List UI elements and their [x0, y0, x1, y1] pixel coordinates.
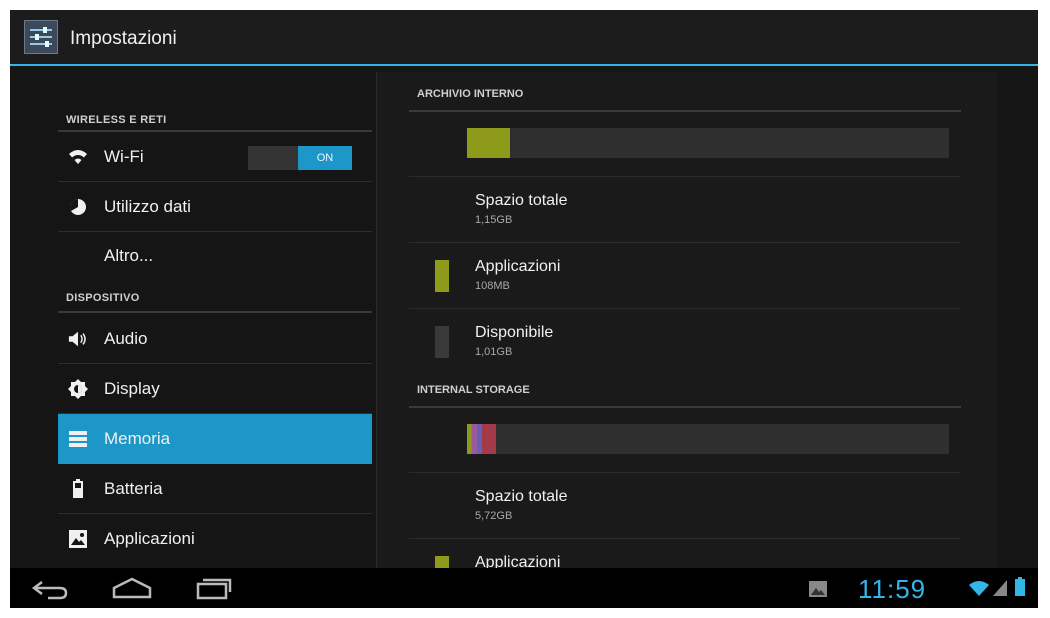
sidebar-item-label: Altro...: [104, 246, 154, 265]
sidebar-item-label: Wi-Fi: [104, 147, 144, 166]
available-label: Disponibile: [475, 324, 554, 341]
sidebar-item-apps[interactable]: Applicazioni: [58, 514, 372, 564]
sidebar-item-label: Batteria: [104, 479, 163, 498]
section-header-device: DISPOSITIVO: [66, 292, 140, 304]
row-divider: [409, 176, 961, 177]
row-divider: [409, 308, 961, 309]
section-header-wireless: WIRELESS E RETI: [66, 114, 167, 126]
total-space-value: 1,15GB: [475, 214, 513, 226]
status-clock[interactable]: 11:59: [858, 574, 926, 605]
settings-content: WIRELESS E RETI Wi-Fi ON Utilizzo dati A…: [10, 66, 1038, 588]
row-divider: [409, 472, 961, 473]
total-space-label: Spazio totale: [475, 488, 568, 505]
brightness-icon: [68, 379, 88, 399]
total-space-value: 5,72GB: [475, 510, 513, 522]
storage-usage-fill: [467, 424, 496, 454]
sidebar-item-memory[interactable]: Memoria: [58, 414, 372, 464]
sidebar-item-more[interactable]: Altro...: [58, 232, 372, 286]
wifi-status-icon: [968, 579, 990, 602]
sidebar-item-data-usage[interactable]: Utilizzo dati: [58, 182, 372, 232]
sidebar-item-wifi[interactable]: Wi-Fi ON: [58, 132, 372, 182]
row-divider: [409, 242, 961, 243]
storage-panel: ARCHIVIO INTERNO Spazio totale 1,15GB Ap…: [376, 72, 997, 588]
home-icon[interactable]: [110, 575, 154, 606]
toggle-state: ON: [298, 146, 352, 170]
storage-usage-fill: [467, 128, 511, 158]
signal-icon: [992, 579, 1008, 602]
recents-icon[interactable]: [194, 576, 234, 605]
sidebar-item-audio[interactable]: Audio: [58, 314, 372, 364]
apps-color-swatch: [435, 260, 449, 292]
page-title: Impostazioni: [70, 28, 177, 49]
sidebar-item-battery[interactable]: Batteria: [58, 464, 372, 514]
settings-sliders-icon[interactable]: [24, 20, 58, 54]
back-icon[interactable]: [30, 576, 70, 605]
system-nav-bar: 11:59: [10, 568, 1038, 608]
sidebar-item-label: Memoria: [104, 429, 171, 448]
total-space-label: Spazio totale: [475, 192, 568, 209]
gallery-notification-icon[interactable]: [808, 580, 828, 603]
row-divider: [409, 538, 961, 539]
data-usage-icon: [68, 197, 88, 217]
section-divider: [409, 110, 961, 112]
storage-header-internal: ARCHIVIO INTERNO: [417, 88, 524, 100]
settings-sidebar: WIRELESS E RETI Wi-Fi ON Utilizzo dati A…: [58, 66, 372, 568]
sidebar-item-label: Audio: [104, 329, 148, 348]
action-bar: Impostazioni: [10, 10, 1038, 66]
storage-usage-bar: [467, 128, 949, 158]
storage-icon: [68, 429, 88, 449]
section-divider: [58, 311, 372, 313]
storage-usage-bar: [467, 424, 949, 454]
speaker-icon: [68, 329, 88, 349]
sidebar-item-display[interactable]: Display: [58, 364, 372, 414]
apps-value: 108MB: [475, 280, 510, 292]
available-color-swatch: [435, 326, 449, 358]
apps-label: Applicazioni: [475, 258, 561, 275]
wifi-icon: [68, 147, 88, 167]
available-value: 1,01GB: [475, 346, 513, 358]
sidebar-item-label: Utilizzo dati: [104, 197, 191, 216]
storage-header-internal-storage: INTERNAL STORAGE: [417, 384, 530, 396]
section-divider: [409, 406, 961, 408]
battery-status-icon: [1014, 577, 1026, 602]
wifi-toggle[interactable]: ON: [248, 146, 352, 170]
tablet-screen: Impostazioni WIRELESS E RETI Wi-Fi ON Ut…: [10, 10, 1038, 608]
sidebar-item-label: Display: [104, 379, 160, 398]
apps-icon: [68, 529, 88, 549]
sidebar-item-label: Applicazioni: [104, 529, 195, 548]
battery-icon: [68, 479, 88, 499]
